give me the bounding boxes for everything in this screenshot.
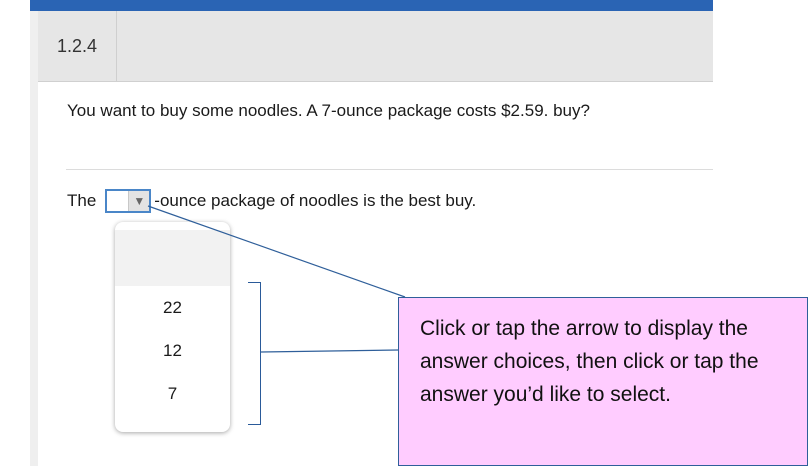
- left-sidebar-strip: [30, 11, 38, 466]
- question-header: 1.2.4: [38, 11, 713, 82]
- top-accent-bar: [30, 0, 713, 11]
- answer-prefix: The: [67, 191, 97, 210]
- question-number: 1.2.4: [38, 11, 117, 81]
- answer-dropdown-list: 22 12 7: [115, 222, 230, 432]
- dropdown-option-22[interactable]: 22: [115, 286, 230, 329]
- divider: [66, 169, 713, 170]
- options-bracket: [248, 282, 261, 425]
- question-text: You want to buy some noodles. A 7-ounce …: [67, 101, 590, 120]
- dropdown-option-7[interactable]: 7: [115, 372, 230, 415]
- answer-suffix: -ounce package of noodles is the best bu…: [154, 191, 477, 210]
- dropdown-blank-option[interactable]: [115, 230, 230, 286]
- dropdown-arrow-icon[interactable]: ▼: [128, 191, 150, 211]
- instruction-callout: Click or tap the arrow to display the an…: [398, 297, 808, 466]
- answer-select[interactable]: ▼: [105, 189, 152, 213]
- answer-sentence: The ▼ -ounce package of noodles is the b…: [67, 189, 476, 213]
- dropdown-option-12[interactable]: 12: [115, 329, 230, 372]
